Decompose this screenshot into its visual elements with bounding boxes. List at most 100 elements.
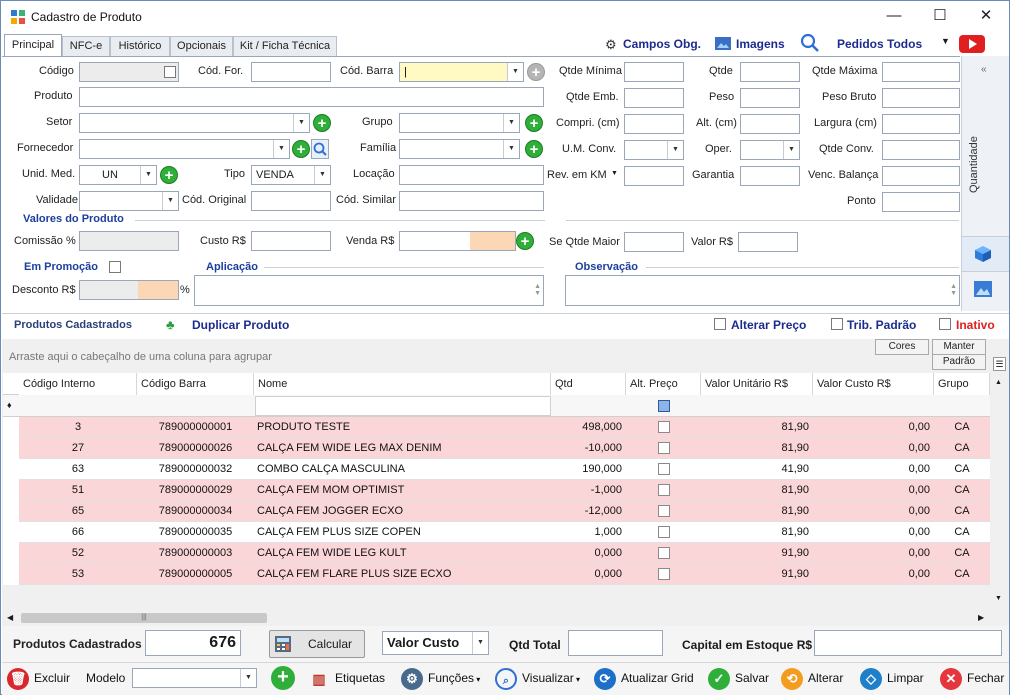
observacao-textarea[interactable]: ▲ ▼ [565, 275, 960, 306]
table-row[interactable]: 65 789000000034 CALÇA FEM JOGGER ECXO -12,0… [3, 501, 990, 522]
tab-kit-ficha[interactable]: Kit / Ficha Técnica [233, 36, 337, 56]
locacao-field[interactable] [399, 165, 544, 185]
chevron-down-icon[interactable]: ▼ [503, 114, 519, 132]
add-button[interactable]: + [271, 666, 295, 690]
unid-med-select[interactable]: UN ▼ [79, 165, 157, 185]
se-qtde-maior-field[interactable] [624, 232, 684, 252]
tab-historico[interactable]: Histórico [110, 36, 170, 56]
modelo-select[interactable]: ▼ [132, 668, 257, 688]
row-selector[interactable] [3, 543, 19, 564]
search-icon[interactable] [800, 33, 820, 53]
alt-preco-checkbox[interactable] [658, 484, 670, 496]
scroll-down-icon[interactable]: ▼ [995, 595, 1002, 602]
validade-select[interactable]: ▼ [79, 191, 179, 211]
cod-similar-field[interactable] [399, 191, 544, 211]
alterar-preco-checkbox[interactable] [714, 318, 726, 330]
alt-field[interactable] [740, 114, 800, 134]
imagens-link[interactable]: Imagens [736, 37, 785, 51]
chevron-down-icon[interactable]: ▼ [240, 669, 256, 687]
column-codigo-interno[interactable]: Código Interno [19, 373, 137, 395]
chevron-down-icon[interactable]: ▼ [783, 141, 799, 159]
ponto-field[interactable] [882, 192, 960, 212]
chevron-down-icon[interactable]: ▼ [503, 140, 519, 158]
oper-select[interactable]: ▼ [740, 140, 800, 160]
inativo-checkbox[interactable] [939, 318, 951, 330]
collapse-icon[interactable]: « [981, 64, 987, 75]
excluir-button[interactable]: 🗑 Excluir [7, 666, 70, 690]
tab-opcionais[interactable]: Opcionais [170, 36, 233, 56]
pedidos-todos-link[interactable]: Pedidos Todos [837, 37, 922, 51]
chevron-down-icon[interactable]: ▼ [667, 141, 683, 159]
manter-button[interactable]: Manter [932, 339, 986, 355]
padrao-button[interactable]: Padrão [932, 354, 986, 370]
alt-preco-checkbox[interactable] [658, 505, 670, 517]
scroll-up-icon[interactable]: ▲ [995, 379, 1002, 386]
cod-for-field[interactable] [251, 62, 331, 82]
cube-tab[interactable] [962, 236, 1009, 271]
salvar-button[interactable]: ✓ Salvar [708, 666, 769, 690]
grupo-select[interactable]: ▼ [399, 113, 520, 133]
cod-original-field[interactable] [251, 191, 331, 211]
alterar-button[interactable]: ⟲ Alterar [781, 666, 843, 690]
tab-nfce[interactable]: NFC-e [62, 36, 110, 56]
codigo-checkbox[interactable] [164, 66, 176, 78]
column-valor-unitario[interactable]: Valor Unitário R$ [701, 373, 813, 395]
cod-barra-field[interactable]: | ▼ [399, 62, 524, 82]
largura-field[interactable] [882, 114, 960, 134]
name-filter-input[interactable] [255, 396, 551, 416]
close-window-button[interactable]: ✕ [963, 1, 1009, 33]
chevron-down-icon[interactable]: ▼ [314, 166, 330, 184]
image-tab[interactable] [962, 271, 1009, 306]
produto-field[interactable] [79, 87, 544, 107]
cores-button[interactable]: Cores [875, 339, 929, 355]
vertical-scrollbar[interactable]: ▲ ▼ [991, 373, 1008, 608]
fornecedor-select[interactable]: ▼ [79, 139, 290, 159]
add-grupo-button[interactable]: + [525, 114, 543, 132]
quantidade-tab[interactable]: Quantidade [968, 130, 1004, 200]
column-valor-custo[interactable]: Valor Custo R$ [813, 373, 934, 395]
table-row[interactable]: 66 789000000035 CALÇA FEM PLUS SIZE COPEN 1… [3, 522, 990, 543]
minimize-button[interactable]: — [871, 1, 917, 33]
column-grupo[interactable]: Grupo [934, 373, 990, 395]
chevron-down-icon[interactable]: ▼ [162, 192, 178, 210]
chevron-down-icon[interactable]: ▼ [273, 140, 289, 158]
familia-select[interactable]: ▼ [399, 139, 520, 159]
table-row[interactable]: 52 789000000003 CALÇA FEM WIDE LEG KULT 0,0… [3, 543, 990, 564]
peso-bruto-field[interactable] [882, 88, 960, 108]
row-selector[interactable] [3, 480, 19, 501]
scroll-left-icon[interactable]: ◀ [7, 613, 13, 622]
calcular-button[interactable]: Calcular [269, 630, 365, 658]
fechar-button[interactable]: ✕ Fechar [940, 666, 1004, 690]
add-barcode-button[interactable]: + [527, 63, 545, 81]
column-nome[interactable]: Nome [254, 373, 551, 395]
table-row[interactable]: 27 789000000026 CALÇA FEM WIDE LEG MAX DEN… [3, 438, 990, 459]
row-selector[interactable] [3, 564, 19, 585]
qtde-conv-field[interactable] [882, 140, 960, 160]
custo-field[interactable] [251, 231, 331, 251]
rev-km-field[interactable] [624, 166, 684, 186]
chevron-down-icon[interactable]: ▼ [472, 632, 488, 654]
qtde-emb-field[interactable] [624, 88, 684, 108]
table-row[interactable]: 3 789000000001 PRODUTO TESTE 498,000 81,90 0,… [3, 417, 990, 438]
row-selector[interactable] [3, 417, 19, 438]
trib-padrao-checkbox[interactable] [831, 318, 843, 330]
add-unid-med-button[interactable]: + [160, 166, 178, 184]
column-alt-preco[interactable]: Alt. Preço [626, 373, 701, 395]
column-qtd[interactable]: Qtd [551, 373, 626, 395]
qtde-maxima-field[interactable] [882, 62, 960, 82]
table-row[interactable]: 53 789000000005 CALÇA FEM FLARE PLUS SIZE … [3, 564, 990, 585]
etiquetas-button[interactable]: ▥ Etiquetas [308, 666, 385, 690]
youtube-icon[interactable] [959, 35, 985, 53]
alt-preco-checkbox[interactable] [658, 568, 670, 580]
scroll-thumb[interactable]: ||| [21, 613, 267, 623]
alt-preco-checkbox[interactable] [658, 547, 670, 559]
garantia-field[interactable] [740, 166, 800, 186]
alt-preco-checkbox[interactable] [658, 526, 670, 538]
qtde-minima-field[interactable] [624, 62, 684, 82]
chevron-down-icon[interactable]: ▼ [507, 63, 523, 81]
add-familia-button[interactable]: + [525, 140, 543, 158]
campos-obrigatorios-link[interactable]: Campos Obg. [623, 37, 701, 51]
alt-preco-filter-checkbox[interactable] [658, 400, 670, 412]
chevron-down-icon[interactable]: ▼ [140, 166, 156, 184]
row-selector[interactable] [3, 501, 19, 522]
